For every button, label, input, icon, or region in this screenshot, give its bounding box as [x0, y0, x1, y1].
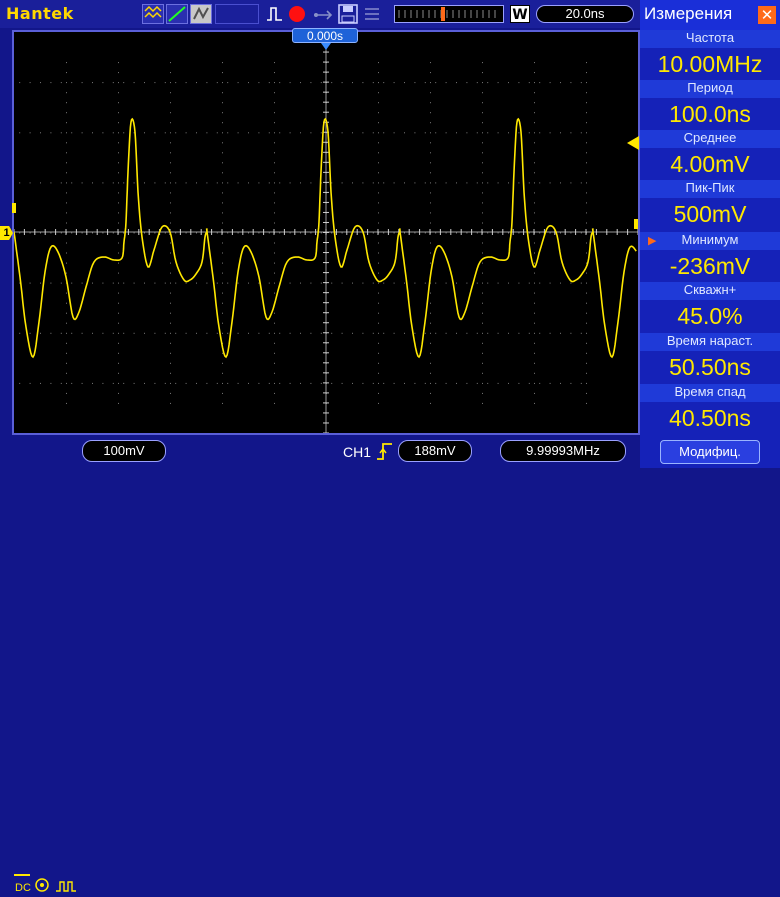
usb-icon[interactable]: [313, 7, 335, 26]
ch1-offset-tick-right: [634, 219, 638, 229]
ch1-offset-tick: [12, 203, 16, 213]
measurements-panel: Измерения ✕ Частота 10.00MHz Период 100.…: [640, 0, 780, 468]
measurement-value-period[interactable]: 100.0ns: [640, 99, 780, 129]
measurement-value-fall-time[interactable]: 40.50ns: [640, 403, 780, 433]
modify-button[interactable]: Модифиц.: [660, 440, 760, 464]
bandwidth-icon[interactable]: [55, 878, 77, 897]
brand-logo: Hantek: [6, 4, 74, 23]
panel-header: Измерения ✕: [640, 0, 780, 31]
memory-depth-bar[interactable]: [394, 5, 504, 23]
measurement-label-minimum-text: Минимум: [681, 232, 739, 247]
measurement-label-period[interactable]: Период: [640, 80, 780, 98]
measurement-label-peak-to-peak[interactable]: Пик-Пик: [640, 180, 780, 198]
pulse-trigger-icon[interactable]: [266, 5, 284, 27]
measurement-label-frequency[interactable]: Частота: [640, 30, 780, 48]
persistence-button[interactable]: [190, 4, 212, 24]
ramp-wave-button[interactable]: [166, 4, 188, 24]
selected-arrow-icon: ▶: [648, 235, 657, 247]
measurement-label-fall-time[interactable]: Время спад: [640, 384, 780, 402]
coupling-label[interactable]: DC: [15, 882, 31, 894]
measurement-value-peak-to-peak[interactable]: 500mV: [640, 199, 780, 229]
coupling-dc-icon: [14, 874, 30, 876]
trigger-position-label[interactable]: 0.000s: [292, 28, 358, 43]
menu-icon[interactable]: [364, 6, 380, 26]
toolbar-empty-slot: [215, 4, 259, 24]
waveform-display[interactable]: [12, 30, 640, 435]
frequency-counter-readout: 9.99993MHz: [500, 440, 626, 462]
trigger-source-label[interactable]: CH1: [343, 444, 371, 460]
measurement-value-minimum[interactable]: -236mV: [640, 251, 780, 281]
record-icon[interactable]: [289, 6, 305, 22]
probe-icon[interactable]: [34, 877, 50, 897]
top-toolbar: Hantek W 20.0ns: [0, 0, 640, 28]
measurement-label-minimum[interactable]: ▶ Минимум: [640, 232, 780, 250]
panel-title: Измерения: [644, 4, 733, 23]
trigger-level-marker[interactable]: [627, 136, 639, 150]
ch1-trace: [14, 117, 637, 359]
ch1-scale-readout[interactable]: 100mV: [82, 440, 166, 462]
save-icon[interactable]: [338, 4, 358, 28]
measurement-value-frequency[interactable]: 10.00MHz: [640, 49, 780, 79]
measurement-label-rise-time[interactable]: Время нараст.: [640, 333, 780, 351]
close-icon[interactable]: ✕: [758, 6, 776, 24]
measurement-value-mean[interactable]: 4.00mV: [640, 149, 780, 179]
measurement-value-duty-cycle[interactable]: 45.0%: [640, 301, 780, 331]
waveform-mode-button[interactable]: [142, 4, 164, 24]
measurement-label-mean[interactable]: Среднее: [640, 130, 780, 148]
window-zoom-button[interactable]: W: [510, 5, 530, 23]
waveform-grid: [14, 32, 638, 433]
trigger-position-marker: [321, 43, 331, 50]
timebase-readout[interactable]: 20.0ns: [536, 5, 634, 23]
measurement-label-duty-cycle[interactable]: Скважн+: [640, 282, 780, 300]
trigger-level-readout[interactable]: 188mV: [398, 440, 472, 462]
measurement-value-rise-time[interactable]: 50.50ns: [640, 352, 780, 382]
rising-edge-icon[interactable]: [376, 441, 394, 465]
